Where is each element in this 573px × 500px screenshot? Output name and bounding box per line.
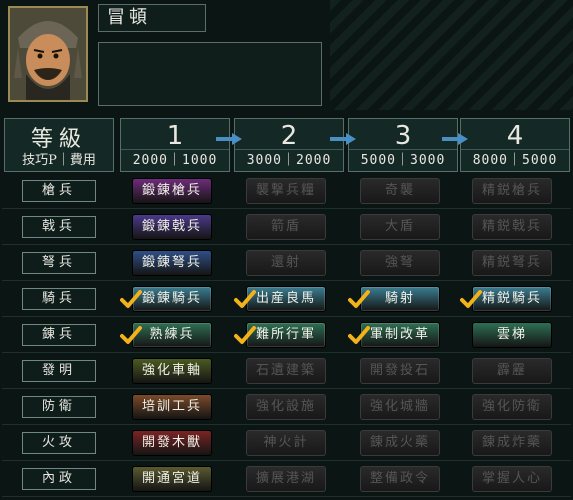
row-divider [2, 496, 571, 497]
tech-button[interactable]: 難所行軍 [246, 322, 326, 348]
row-divider [2, 424, 571, 425]
tech-button[interactable]: 出産良馬 [246, 286, 326, 312]
tier-costs: 3000｜2000 [246, 153, 332, 168]
tech-button[interactable]: 精鋭弩兵 [472, 250, 552, 276]
officer-portrait [8, 6, 88, 102]
tech-button[interactable]: 奇襲 [360, 178, 440, 204]
header-background-pattern [330, 0, 573, 110]
tech-button[interactable]: 強化車軸 [132, 358, 212, 384]
checkmark-icon [460, 290, 482, 308]
row-divider [2, 316, 571, 317]
tech-button[interactable]: 精鋭槍兵 [472, 178, 552, 204]
tech-button[interactable]: 鍛錬戟兵 [132, 214, 212, 240]
checkmark-icon [348, 290, 370, 308]
tier-number: 1 [166, 121, 184, 151]
tech-button[interactable]: 錬成炸藥 [472, 430, 552, 456]
row-label: 槍兵 [22, 180, 96, 202]
tech-button[interactable]: 強弩 [360, 250, 440, 276]
tier-number: 3 [394, 121, 412, 151]
row-label: 錬兵 [22, 324, 96, 346]
row-divider [2, 352, 571, 353]
tech-button[interactable]: 鍛錬槍兵 [132, 178, 212, 204]
description-box [98, 42, 322, 106]
tech-button[interactable]: 開發投石 [360, 358, 440, 384]
level-header: 等級 技巧P｜費用 [4, 118, 114, 172]
tech-button[interactable]: 掌握人心 [472, 466, 552, 492]
arrow-right-icon [216, 133, 242, 145]
checkmark-icon [348, 326, 370, 344]
tier-1-header: 1 2000｜1000 [120, 118, 230, 172]
checkmark-icon [234, 326, 256, 344]
row-label: 防衛 [22, 396, 96, 418]
row-label: 發明 [22, 360, 96, 382]
tier-costs: 2000｜1000 [132, 153, 218, 168]
row-label: 騎兵 [22, 288, 96, 310]
tech-button[interactable]: 擴展港湖 [246, 466, 326, 492]
tier-number: 2 [280, 121, 298, 151]
arrow-right-icon [442, 133, 468, 145]
tech-button[interactable]: 還射 [246, 250, 326, 276]
tech-button[interactable]: 鍛錬騎兵 [132, 286, 212, 312]
row-divider [2, 280, 571, 281]
tech-button[interactable]: 箭盾 [246, 214, 326, 240]
row-divider [2, 244, 571, 245]
tech-button[interactable]: 雲梯 [472, 322, 552, 348]
tech-button[interactable]: 鍛錬弩兵 [132, 250, 212, 276]
tech-button[interactable]: 熟練兵 [132, 322, 212, 348]
cost-label: 技巧P｜費用 [22, 153, 96, 168]
tech-button[interactable]: 強化防衛 [472, 394, 552, 420]
tech-button[interactable]: 整備政令 [360, 466, 440, 492]
tech-button[interactable]: 培訓工兵 [132, 394, 212, 420]
arrow-right-icon [330, 133, 356, 145]
tier-2-header: 2 3000｜2000 [234, 118, 344, 172]
checkmark-icon [120, 326, 142, 344]
tech-button[interactable]: 襲撃兵糧 [246, 178, 326, 204]
checkmark-icon [234, 290, 256, 308]
tier-number: 4 [506, 121, 524, 151]
row-label: 戟兵 [22, 216, 96, 238]
tech-button[interactable]: 軍制改革 [360, 322, 440, 348]
row-label: 火攻 [22, 432, 96, 454]
tech-button[interactable]: 開發木獸 [132, 430, 212, 456]
tier-costs: 5000｜3000 [360, 153, 446, 168]
tech-button[interactable]: 錬成火藥 [360, 430, 440, 456]
tech-button[interactable]: 霹靂 [472, 358, 552, 384]
tech-button[interactable]: 神火計 [246, 430, 326, 456]
checkmark-icon [120, 290, 142, 308]
tech-button[interactable]: 騎射 [360, 286, 440, 312]
tier-4-header: 4 8000｜5000 [460, 118, 570, 172]
row-label: 弩兵 [22, 252, 96, 274]
tech-grid: 等級 技巧P｜費用 1 2000｜1000 2 3000｜2000 3 5000… [2, 118, 571, 497]
row-divider [2, 460, 571, 461]
row-divider [2, 208, 571, 209]
tier-costs: 8000｜5000 [472, 153, 558, 168]
tech-button[interactable]: 石遺建築 [246, 358, 326, 384]
tech-button[interactable]: 精鋭戟兵 [472, 214, 552, 240]
tech-button[interactable]: 精鋭騎兵 [472, 286, 552, 312]
tech-button[interactable]: 開通宮道 [132, 466, 212, 492]
tech-button[interactable]: 大盾 [360, 214, 440, 240]
officer-name: 冒頓 [98, 4, 206, 32]
tech-button[interactable]: 強化設施 [246, 394, 326, 420]
row-divider [2, 388, 571, 389]
tech-button[interactable]: 強化城牆 [360, 394, 440, 420]
row-label: 內政 [22, 468, 96, 490]
